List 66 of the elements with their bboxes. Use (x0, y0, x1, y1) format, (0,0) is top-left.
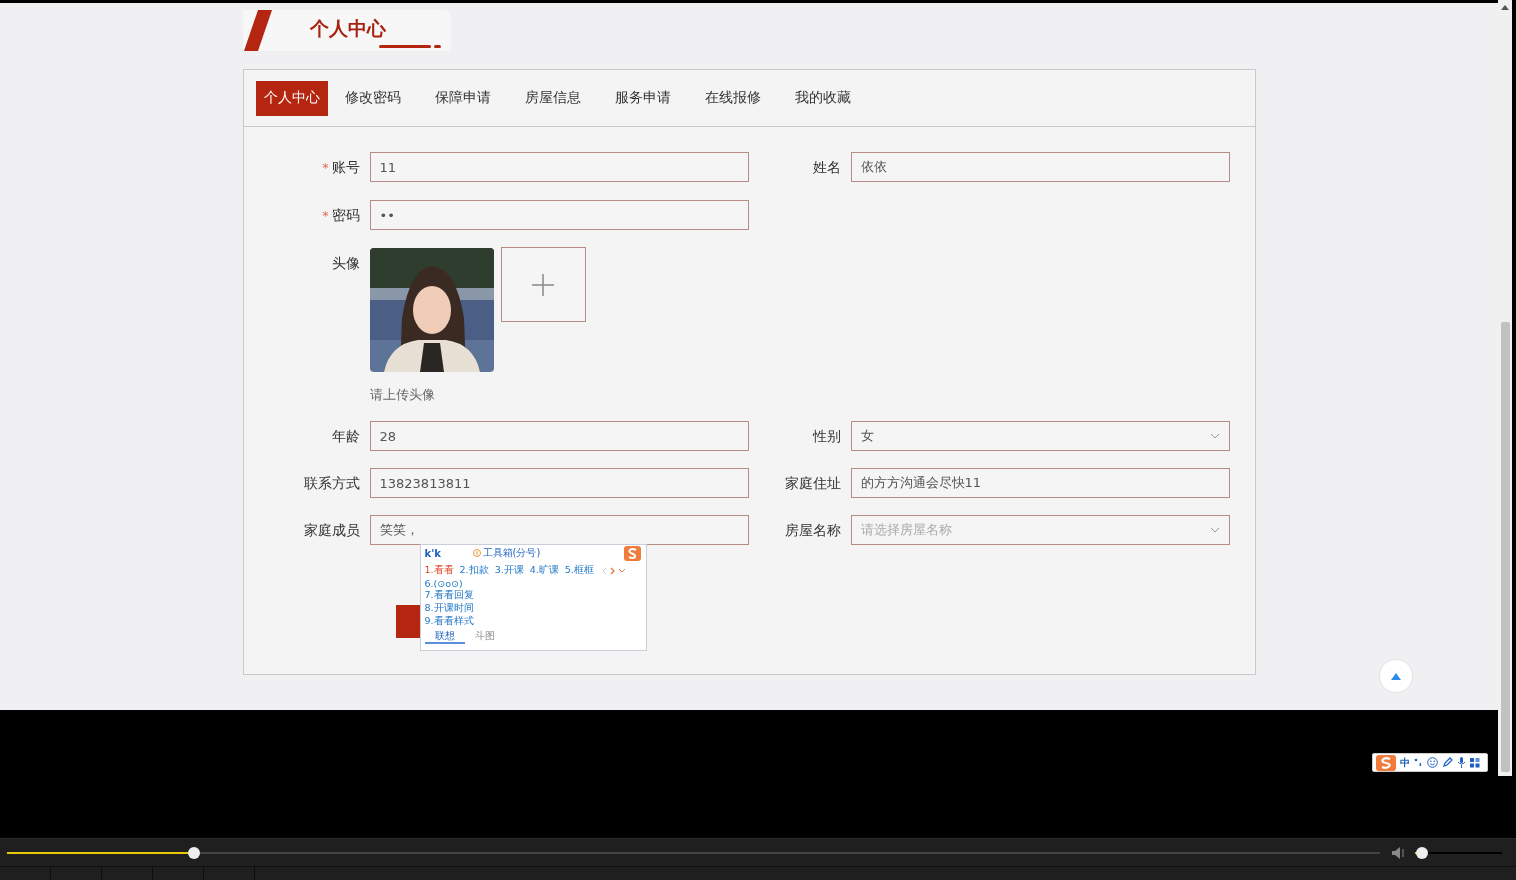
tab[interactable]: 个人中心 (255, 80, 328, 116)
ime-tab[interactable]: 联想 (424, 630, 465, 644)
ime-candidate[interactable]: 9.看看样式 (424, 615, 474, 628)
chevron-down-icon (1209, 433, 1220, 439)
input-field[interactable]: 依依 (850, 152, 1230, 182)
field-label: 头像 (330, 254, 360, 273)
pen-icon[interactable] (1442, 757, 1453, 768)
ime-input-text: k'k (424, 547, 442, 559)
input-field[interactable]: 11 (369, 152, 749, 182)
punctuation-icon[interactable] (1414, 758, 1423, 767)
grid-icon[interactable] (1470, 757, 1480, 768)
field-label: 姓名 (811, 158, 841, 177)
tab[interactable]: 服务申请 (605, 80, 680, 116)
microphone-icon[interactable] (1457, 757, 1466, 768)
upload-button[interactable] (500, 247, 586, 322)
ime-candidate[interactable]: 8.开课时间 (424, 602, 474, 615)
page-title: 个人中心 (309, 15, 386, 41)
input-field[interactable]: •• (369, 200, 749, 230)
field-label: 性别 (811, 427, 841, 446)
ime-candidate[interactable]: 2.扣款 (459, 564, 489, 577)
ime-candidate[interactable]: 5.框框 (564, 564, 594, 577)
back-to-top-button[interactable] (1379, 659, 1413, 693)
select-field[interactable]: 女 (850, 421, 1230, 451)
tab[interactable]: 在线报修 (695, 80, 770, 116)
toolbox-link[interactable]: 工具箱(分号) (482, 546, 541, 560)
slash-icon (242, 10, 273, 51)
ime-candidate[interactable]: 3.开课 (494, 564, 524, 577)
field-label: 家庭住址 (783, 474, 841, 493)
input-field[interactable]: 13823813811 (369, 468, 749, 498)
scroll-up-icon[interactable] (1501, 5, 1509, 10)
input-field[interactable]: 28 (369, 421, 749, 451)
speaker-icon[interactable] (1392, 846, 1407, 859)
field-label: 家庭成员 (302, 521, 360, 540)
tab[interactable]: 保障申请 (425, 80, 500, 116)
smiley-icon[interactable] (1427, 757, 1438, 768)
required-mark: * (322, 161, 329, 175)
field-label: 账号 (331, 159, 360, 175)
volume-thumb[interactable] (1415, 846, 1428, 859)
ime-candidate[interactable]: 1.看看 (424, 564, 454, 577)
tab[interactable]: 房屋信息 (515, 80, 590, 116)
ime-tab[interactable]: 斗图 (464, 630, 505, 644)
input-field[interactable]: 的方方沟通会尽快11 (850, 468, 1230, 498)
progress-thumb[interactable] (187, 846, 200, 859)
title-underline (378, 45, 441, 49)
chevron-down-icon[interactable] (617, 566, 626, 575)
next-icon[interactable] (609, 566, 615, 575)
field-label: 密码 (331, 207, 360, 223)
field-label: 联系方式 (302, 474, 360, 493)
caret-up-icon (1391, 672, 1401, 680)
ime-candidate[interactable]: 7.看看回复 (424, 589, 474, 602)
info-icon (472, 549, 481, 557)
plus-icon (532, 273, 554, 296)
input-mode-toggle[interactable]: 中 (1400, 755, 1410, 770)
chevron-down-icon (1209, 527, 1220, 533)
tab[interactable]: 我的收藏 (785, 80, 860, 116)
tab[interactable]: 修改密码 (335, 80, 410, 116)
scrollbar-thumb[interactable] (1501, 322, 1510, 772)
s-logo-icon[interactable] (1376, 754, 1396, 771)
ime-candidate[interactable]: 4.旷课 (529, 564, 559, 577)
upload-hint: 请上传头像 (369, 386, 436, 404)
required-mark: * (322, 209, 329, 223)
scrollbar[interactable] (1498, 0, 1512, 776)
input-field[interactable]: 笑笑， (369, 515, 749, 545)
field-label: 房屋名称 (783, 521, 841, 540)
field-label: 年龄 (330, 427, 360, 446)
ime-candidate[interactable]: 6.(⊙ο⊙) (424, 578, 463, 589)
